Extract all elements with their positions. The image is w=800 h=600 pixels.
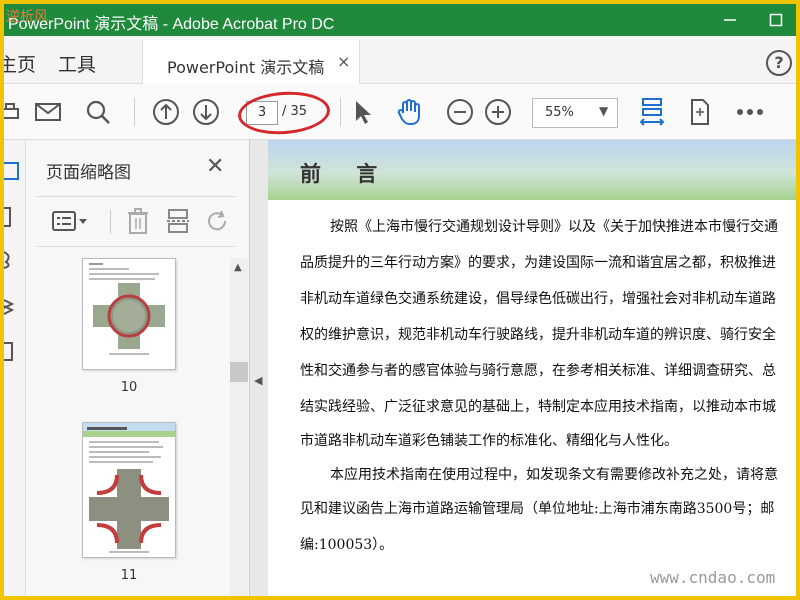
- arrow-down-circle-icon: [193, 99, 219, 125]
- body-line: 品质提升的三年行动方案》的要求，为建设国际一流和谐宜居之都，积极推进: [300, 255, 776, 271]
- fit-width-icon: [639, 98, 665, 126]
- chevron-down-icon: ▼: [599, 104, 609, 118]
- maximize-icon: [769, 13, 783, 27]
- left-rail: [4, 140, 26, 596]
- site-watermark: www.cndao.com: [650, 568, 776, 587]
- help-icon[interactable]: ?: [766, 50, 792, 76]
- body-line: 结实践经验、广泛征求意见的基础上，特制定本应用技术指南，以推动本市城: [300, 399, 776, 415]
- rotate-icon: [208, 210, 227, 231]
- thumbnail-page-number: 10: [120, 380, 138, 395]
- zoom-in-button[interactable]: [482, 96, 514, 128]
- insert-page-icon: [167, 209, 189, 233]
- toolbar-divider: [134, 98, 135, 126]
- page-10-preview: [89, 263, 165, 355]
- trash-icon: [128, 208, 148, 234]
- tab-home[interactable]: 主页: [4, 50, 36, 77]
- options-menu-button[interactable]: [50, 206, 90, 236]
- body-line: 按照《上海市慢行交通规划设计导则》以及《关于加快推进本市慢行交通: [330, 219, 778, 235]
- window-title: PowerPoint 演示文稿 - Adobe Acrobat Pro DC: [8, 16, 335, 33]
- page-rotate-icon: [691, 99, 709, 125]
- body-line: 权的维护意识，规范非机动车行驶路线，提升非机动车道的辨识度、骑行安全: [300, 327, 776, 343]
- previous-page-button[interactable]: [150, 96, 182, 128]
- list-options-icon: [52, 211, 87, 231]
- next-page-button[interactable]: [190, 96, 222, 128]
- rotate-view-button[interactable]: [684, 96, 716, 128]
- thumbnail-page-number: 11: [120, 568, 138, 583]
- page-thumbnail[interactable]: [82, 258, 176, 370]
- clipboard-icon: [4, 342, 13, 361]
- document-view: 前 言 按照《上海市慢行交通规划设计导则》以及《关于加快推进本市慢行交通 品质提…: [268, 140, 796, 596]
- thumbnail-scrollbar[interactable]: ▲: [230, 258, 248, 596]
- minus-circle-icon: [447, 99, 473, 125]
- rail-layers-button[interactable]: [4, 294, 22, 316]
- delete-page-button[interactable]: [122, 206, 154, 236]
- zoom-select[interactable]: 55% ▼: [532, 98, 618, 128]
- document-tab-label: PowerPoint 演示文稿: [167, 58, 325, 77]
- rotate-page-button[interactable]: [202, 206, 234, 236]
- toolbar-divider: [340, 98, 341, 126]
- panel-title: 页面缩略图: [46, 163, 131, 183]
- hand-tool-button[interactable]: [394, 96, 426, 128]
- body-line: 编:100053）。: [300, 537, 394, 553]
- arrow-up-circle-icon: [153, 99, 179, 125]
- body-line: 非机动车道绿色交通系统建设，倡导绿色低碳出行，增强社会对非机动车道路: [300, 291, 776, 307]
- rail-clipboard-button[interactable]: [4, 340, 22, 362]
- page-header-band: 前 言: [268, 140, 796, 200]
- page-thumbnail[interactable]: [82, 422, 176, 558]
- maximize-button[interactable]: [756, 4, 796, 36]
- rail-thumbnails-button[interactable]: [4, 160, 22, 182]
- collapse-panel-icon[interactable]: ◀: [254, 374, 262, 387]
- layers-icon: [4, 299, 15, 315]
- body-line: 性和交通参与者的感官体验与骑行意愿，在参考相关标准、详细调查研究、总: [300, 363, 776, 379]
- search-button[interactable]: [82, 96, 114, 128]
- more-icon: [737, 109, 763, 115]
- close-tab-icon[interactable]: ×: [337, 52, 350, 71]
- body-line: 本应用技术指南在使用过程中，如发现条文有需要修改补充之处，请将意: [330, 467, 778, 483]
- page-heading: 前 言: [300, 161, 392, 186]
- toolbar: 3 / 35 55% ▼: [4, 84, 796, 140]
- tab-bar: 主页 工具 PowerPoint 演示文稿 × ?: [4, 36, 796, 84]
- paperclip-icon: [4, 251, 10, 269]
- app-window: PowerPoint 演示文稿 - Adobe Acrobat Pro DC 逆…: [4, 4, 796, 596]
- close-panel-icon[interactable]: ✕: [206, 154, 224, 179]
- scroll-up-icon[interactable]: ▲: [234, 262, 242, 273]
- search-icon: [86, 100, 110, 124]
- select-tool-button[interactable]: [346, 96, 378, 128]
- annotation-ellipse: [236, 88, 332, 138]
- logo-watermark: 逆析风: [6, 9, 48, 25]
- more-tools-button[interactable]: [734, 96, 766, 128]
- minimize-button[interactable]: [710, 4, 750, 36]
- body-line: 市道路非机动车道彩色铺装工作的标准化、精细化与人性化。: [300, 433, 678, 449]
- fit-width-button[interactable]: [636, 96, 668, 128]
- zoom-out-button[interactable]: [444, 96, 476, 128]
- body-line: 见和建议函告上海市道路运输管理局（单位地址:上海市浦东南路3500号；邮: [300, 501, 775, 517]
- hand-icon: [397, 99, 420, 125]
- pages-icon: [4, 162, 19, 180]
- panel-toolbar-divider: [110, 210, 111, 234]
- print-button[interactable]: [4, 96, 26, 128]
- envelope-icon: [35, 103, 61, 121]
- email-button[interactable]: [32, 96, 64, 128]
- rail-attachments-button[interactable]: [4, 248, 22, 270]
- bookmark-icon: [4, 207, 11, 227]
- panel-divider: [36, 196, 236, 197]
- minimize-icon: [724, 19, 736, 21]
- tab-document[interactable]: PowerPoint 演示文稿 ×: [142, 40, 360, 84]
- insert-page-button[interactable]: [162, 206, 194, 236]
- print-icon: [4, 103, 19, 119]
- thumbnails-panel: 页面缩略图 ✕ 10 11 ▲: [26, 140, 250, 596]
- cursor-icon: [356, 101, 371, 124]
- tab-tools[interactable]: 工具: [58, 50, 96, 77]
- plus-circle-icon: [485, 99, 511, 125]
- scrollbar-thumb[interactable]: [230, 362, 248, 382]
- panel-splitter[interactable]: ◀: [250, 140, 268, 596]
- panel-divider: [36, 246, 236, 247]
- zoom-value: 55%: [545, 105, 574, 120]
- rail-bookmarks-button[interactable]: [4, 206, 22, 228]
- title-bar: PowerPoint 演示文稿 - Adobe Acrobat Pro DC 逆…: [4, 4, 796, 36]
- page-11-preview: [83, 423, 175, 553]
